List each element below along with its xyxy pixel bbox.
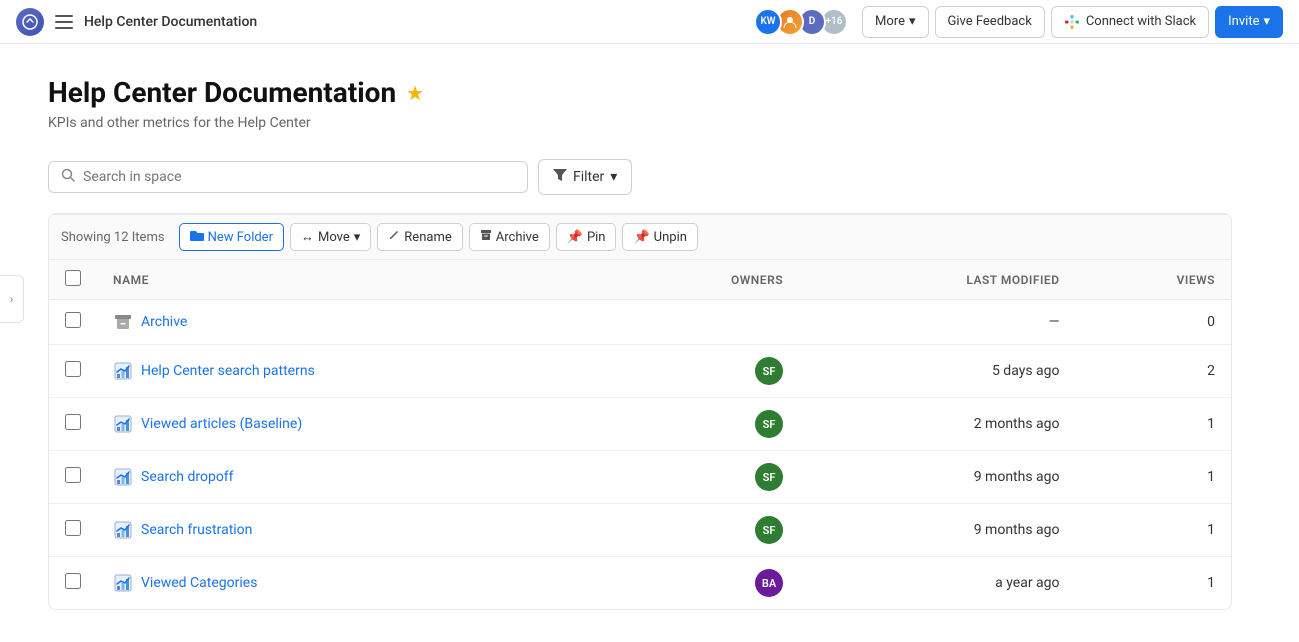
toolbar: Showing 12 Items New Folder ↔ Move ▾	[49, 214, 1231, 260]
pin-button[interactable]: 📌 Pin	[556, 223, 617, 251]
move-button[interactable]: ↔ Move ▾	[290, 223, 371, 251]
row-checkbox[interactable]	[65, 312, 81, 328]
move-chevron-icon: ▾	[354, 230, 361, 245]
views-cell: 1	[1076, 451, 1231, 504]
chevron-right-icon: ›	[10, 292, 14, 306]
views-cell: 1	[1076, 557, 1231, 610]
views-cell: 1	[1076, 398, 1231, 451]
item-icon	[113, 520, 133, 540]
last-modified-cell: 5 days ago	[799, 345, 1076, 398]
col-owners: OWNERS	[613, 260, 799, 300]
table-row: Viewed articles (Baseline) SF 2 months a…	[49, 398, 1231, 451]
row-checkbox[interactable]	[65, 361, 81, 377]
new-folder-button[interactable]: New Folder	[179, 223, 284, 251]
avatar-kw: KW	[754, 8, 782, 36]
views-cell: 1	[1076, 504, 1231, 557]
table-row: Help Center search patterns SF 5 days ag…	[49, 345, 1231, 398]
search-filter-row: Filter ▾	[48, 159, 1232, 195]
row-checkbox[interactable]	[65, 520, 81, 536]
search-box	[48, 161, 528, 193]
col-name: NAME	[97, 260, 613, 300]
page-title-row: Help Center Documentation ★	[48, 76, 1232, 109]
owner-cell: SF	[613, 451, 799, 504]
nav-actions: KW D +16 More ▾ Give Feedback	[754, 6, 1283, 38]
row-checkbox[interactable]	[65, 573, 81, 589]
owner-cell: SF	[613, 398, 799, 451]
main-content: Help Center Documentation ★ KPIs and oth…	[0, 44, 1280, 642]
app-logo[interactable]	[16, 8, 44, 36]
table-container: Showing 12 Items New Folder ↔ Move ▾	[48, 213, 1232, 610]
table-row: Archive — 0	[49, 300, 1231, 345]
rename-icon	[388, 229, 400, 245]
item-icon	[113, 414, 133, 434]
table-row: Search frustration SF 9 months ago 1	[49, 504, 1231, 557]
owner-cell: SF	[613, 504, 799, 557]
nav-title: Help Center Documentation	[84, 14, 257, 30]
table-row: Search dropoff SF 9 months ago 1	[49, 451, 1231, 504]
search-input[interactable]	[83, 169, 515, 185]
views-cell: 0	[1076, 300, 1231, 345]
item-icon	[113, 361, 133, 381]
last-modified-cell: 9 months ago	[799, 451, 1076, 504]
row-checkbox[interactable]	[65, 467, 81, 483]
invite-button[interactable]: Invite ▾	[1215, 6, 1283, 38]
archive-icon	[480, 229, 492, 245]
row-checkbox[interactable]	[65, 414, 81, 430]
unpin-icon: 📌	[633, 230, 649, 245]
sidebar-toggle[interactable]: ›	[0, 275, 24, 323]
more-button[interactable]: More ▾	[862, 6, 928, 38]
page-title: Help Center Documentation	[48, 76, 396, 109]
owner-cell: BA	[613, 557, 799, 610]
item-name-cell: Help Center search patterns	[97, 345, 613, 398]
item-label[interactable]: Viewed Categories	[141, 575, 257, 591]
owner-cell	[613, 300, 799, 345]
avatar-group: KW D +16	[754, 8, 848, 36]
item-icon	[113, 312, 133, 332]
item-icon	[113, 573, 133, 593]
rename-button[interactable]: Rename	[377, 223, 462, 251]
slack-icon	[1064, 14, 1080, 30]
item-name-cell: Search frustration	[97, 504, 613, 557]
top-nav: Help Center Documentation KW D +16 More …	[0, 0, 1299, 44]
item-name-cell: Viewed articles (Baseline)	[97, 398, 613, 451]
last-modified-cell: 9 months ago	[799, 504, 1076, 557]
item-label[interactable]: Search frustration	[141, 522, 252, 538]
filter-button[interactable]: Filter ▾	[538, 159, 632, 195]
item-label[interactable]: Help Center search patterns	[141, 363, 315, 379]
showing-count: Showing 12 Items	[61, 230, 165, 245]
item-label[interactable]: Viewed articles (Baseline)	[141, 416, 302, 432]
pin-icon: 📌	[567, 230, 583, 245]
filter-icon	[553, 169, 567, 185]
last-modified-cell: a year ago	[799, 557, 1076, 610]
item-icon	[113, 467, 133, 487]
filter-chevron-icon: ▾	[610, 169, 617, 185]
table-row: Viewed Categories BA a year ago 1	[49, 557, 1231, 610]
nav-icon[interactable]	[52, 10, 76, 34]
item-label[interactable]: Search dropoff	[141, 469, 234, 485]
archive-toolbar-button[interactable]: Archive	[469, 223, 550, 251]
connect-slack-button[interactable]: Connect with Slack	[1051, 6, 1209, 38]
table-header-row: NAME OWNERS LAST MODIFIED VIEWS	[49, 260, 1231, 300]
last-modified-cell: —	[799, 300, 1076, 345]
page-subtitle: KPIs and other metrics for the Help Cent…	[48, 115, 1232, 131]
owner-cell: SF	[613, 345, 799, 398]
item-name-cell: Search dropoff	[97, 451, 613, 504]
col-views: VIEWS	[1076, 260, 1231, 300]
move-icon: ↔	[301, 229, 314, 245]
items-table: NAME OWNERS LAST MODIFIED VIEWS Archi	[49, 260, 1231, 609]
last-modified-cell: 2 months ago	[799, 398, 1076, 451]
item-label[interactable]: Archive	[141, 314, 187, 330]
unpin-button[interactable]: 📌 Unpin	[622, 223, 697, 251]
new-folder-icon	[190, 229, 204, 245]
search-icon	[61, 168, 75, 186]
give-feedback-button[interactable]: Give Feedback	[935, 6, 1045, 38]
star-icon[interactable]: ★	[406, 81, 424, 105]
item-name-cell: Viewed Categories	[97, 557, 613, 610]
item-name-cell: Archive	[97, 300, 613, 345]
views-cell: 2	[1076, 345, 1231, 398]
select-all-checkbox[interactable]	[65, 270, 81, 286]
col-last-modified: LAST MODIFIED	[799, 260, 1076, 300]
